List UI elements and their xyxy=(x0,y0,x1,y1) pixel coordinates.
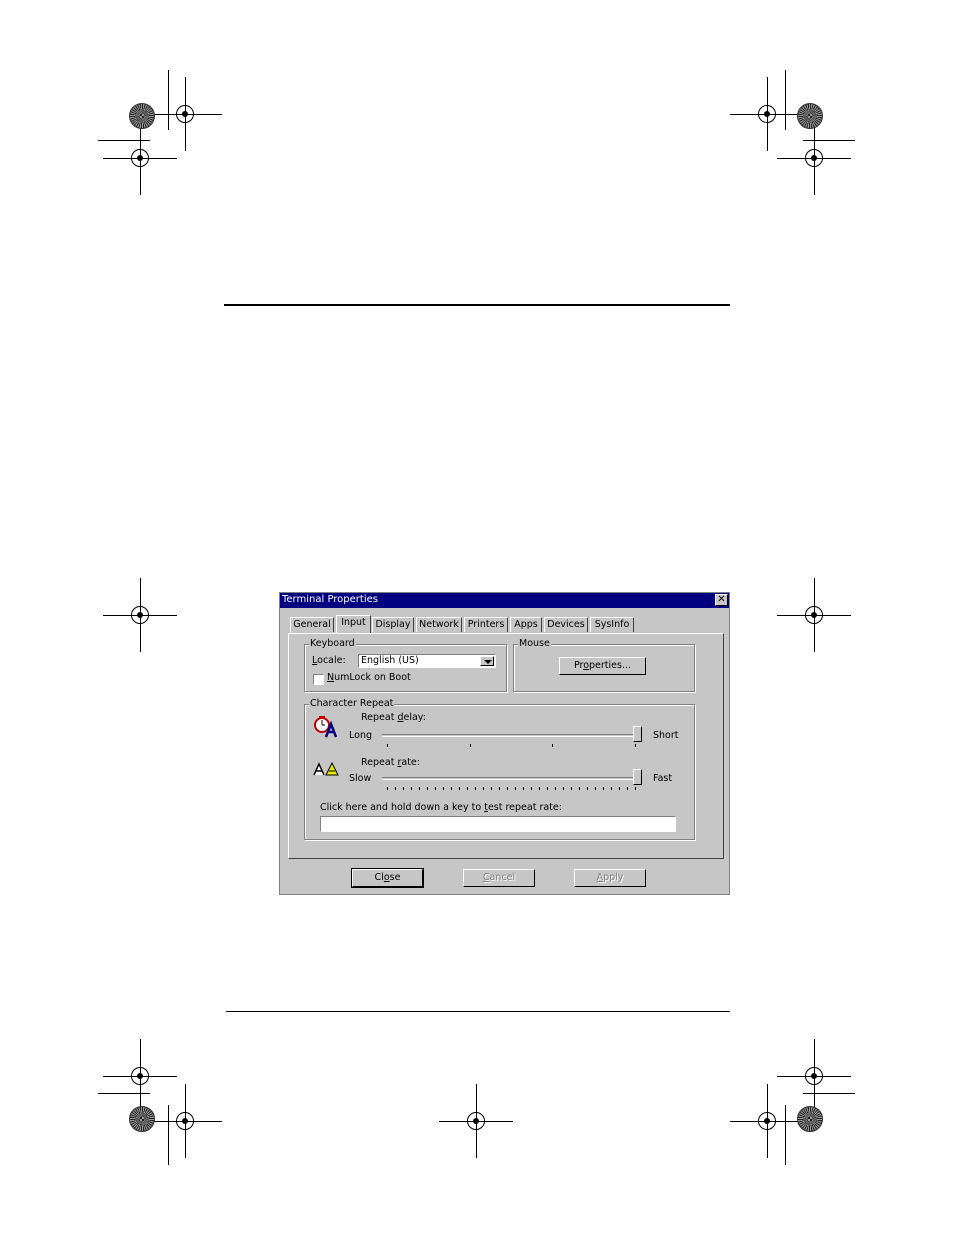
rate-tick-mark xyxy=(603,787,604,790)
character-repeat-group-label: Character Repeat xyxy=(309,698,395,709)
tab-input[interactable]: Input xyxy=(336,615,371,633)
rate-tick-mark xyxy=(475,787,476,790)
chevron-down-icon[interactable] xyxy=(480,656,494,666)
trim-line xyxy=(803,1093,855,1094)
rate-tick-mark xyxy=(595,787,596,790)
trim-line xyxy=(168,70,169,130)
rate-tick-mark xyxy=(635,787,636,790)
tab-apps[interactable]: Apps xyxy=(510,617,542,632)
repeat-rate-slider-thumb[interactable] xyxy=(633,769,642,785)
clock-letter-a-icon xyxy=(314,716,338,738)
rate-tick-mark xyxy=(491,787,492,790)
bottom-rule xyxy=(226,1011,730,1012)
rate-tick-mark xyxy=(387,787,388,790)
tab-display[interactable]: Display xyxy=(372,617,414,632)
rate-tick-mark xyxy=(555,787,556,790)
rate-tick-mark xyxy=(619,787,620,790)
apply-button[interactable]: Apply xyxy=(574,869,646,887)
top-rule xyxy=(224,304,730,306)
repeat-delay-label: Repeat delay: xyxy=(361,712,426,723)
delay-long-label: Long xyxy=(349,730,372,741)
close-icon: ✕ xyxy=(717,594,726,605)
keyboard-group: Keyboard Locale: English (US) NumLock on… xyxy=(304,638,507,692)
rate-tick-mark xyxy=(507,787,508,790)
mouse-group-label: Mouse xyxy=(518,638,551,649)
mouse-group: Mouse Properties... xyxy=(513,638,695,692)
test-repeat-input[interactable] xyxy=(320,816,676,832)
rate-tick-mark xyxy=(395,787,396,790)
rate-tick-mark xyxy=(587,787,588,790)
trim-line xyxy=(168,1105,169,1165)
starburst-target-icon xyxy=(797,103,823,129)
locale-value: English (US) xyxy=(361,655,419,666)
trim-line xyxy=(98,140,150,141)
cancel-button[interactable]: Cancel xyxy=(463,869,535,887)
rate-tick-mark xyxy=(443,787,444,790)
input-tab-panel: Keyboard Locale: English (US) NumLock on… xyxy=(288,633,724,859)
repeat-rate-track xyxy=(382,777,640,780)
window-title: Terminal Properties xyxy=(282,594,378,605)
rate-tick-mark xyxy=(403,787,404,790)
rate-tick-mark xyxy=(563,787,564,790)
rate-tick-mark xyxy=(531,787,532,790)
rate-tick-mark xyxy=(571,787,572,790)
character-repeat-group: Character Repeat Repeat delay: Long Shor… xyxy=(304,698,695,840)
rate-tick-mark xyxy=(435,787,436,790)
locale-label: Locale: xyxy=(312,655,346,666)
numlock-checkbox[interactable] xyxy=(313,674,324,685)
repeat-rate-label: Repeat rate: xyxy=(361,757,420,768)
rate-tick-mark xyxy=(611,787,612,790)
tab-network[interactable]: Network xyxy=(416,617,462,632)
repeat-delay-track xyxy=(382,734,640,737)
mouse-properties-button[interactable]: Properties... xyxy=(559,657,646,675)
tab-devices[interactable]: Devices xyxy=(544,617,588,632)
trim-line xyxy=(785,1105,786,1165)
starburst-target-icon xyxy=(129,1106,155,1132)
locale-select[interactable]: English (US) xyxy=(358,654,496,668)
rate-slow-label: Slow xyxy=(349,773,372,784)
rate-tick-mark xyxy=(547,787,548,790)
delay-tick-mark xyxy=(469,744,471,747)
trim-line xyxy=(785,70,786,130)
rate-tick-mark xyxy=(459,787,460,790)
delay-short-label: Short xyxy=(653,730,679,741)
rate-tick-mark xyxy=(499,787,500,790)
keyboard-group-label: Keyboard xyxy=(309,638,356,649)
trim-line xyxy=(98,1093,150,1094)
test-repeat-label: Click here and hold down a key to test r… xyxy=(320,802,562,813)
rate-tick-mark xyxy=(451,787,452,790)
rate-tick-mark xyxy=(411,787,412,790)
rate-tick-mark xyxy=(483,787,484,790)
tab-general[interactable]: General xyxy=(290,617,334,632)
rate-tick-mark xyxy=(579,787,580,790)
close-button[interactable]: Close xyxy=(351,868,424,888)
rate-tick-mark xyxy=(539,787,540,790)
tab-printers[interactable]: Printers xyxy=(464,617,508,632)
rate-tick-mark xyxy=(515,787,516,790)
starburst-target-icon xyxy=(797,1106,823,1132)
rate-tick-mark xyxy=(627,787,628,790)
delay-tick-mark xyxy=(635,744,636,747)
close-window-button[interactable]: ✕ xyxy=(715,594,728,606)
title-bar: Terminal Properties ✕ xyxy=(280,593,729,608)
rate-tick-mark xyxy=(427,787,428,790)
rate-tick-mark xyxy=(523,787,524,790)
rate-tick-mark xyxy=(419,787,420,790)
repeat-delay-slider-thumb[interactable] xyxy=(633,726,642,742)
delay-tick-mark xyxy=(387,744,388,747)
double-letter-a-icon xyxy=(313,761,339,776)
tab-sysinfo[interactable]: SysInfo xyxy=(590,617,634,632)
rate-fast-label: Fast xyxy=(653,773,673,784)
numlock-label: NumLock on Boot xyxy=(327,672,411,683)
starburst-target-icon xyxy=(129,103,155,129)
terminal-properties-dialog: Terminal Properties ✕ General Input Disp… xyxy=(279,592,730,895)
delay-tick-mark xyxy=(552,744,554,747)
trim-line xyxy=(803,140,855,141)
rate-tick-mark xyxy=(467,787,468,790)
